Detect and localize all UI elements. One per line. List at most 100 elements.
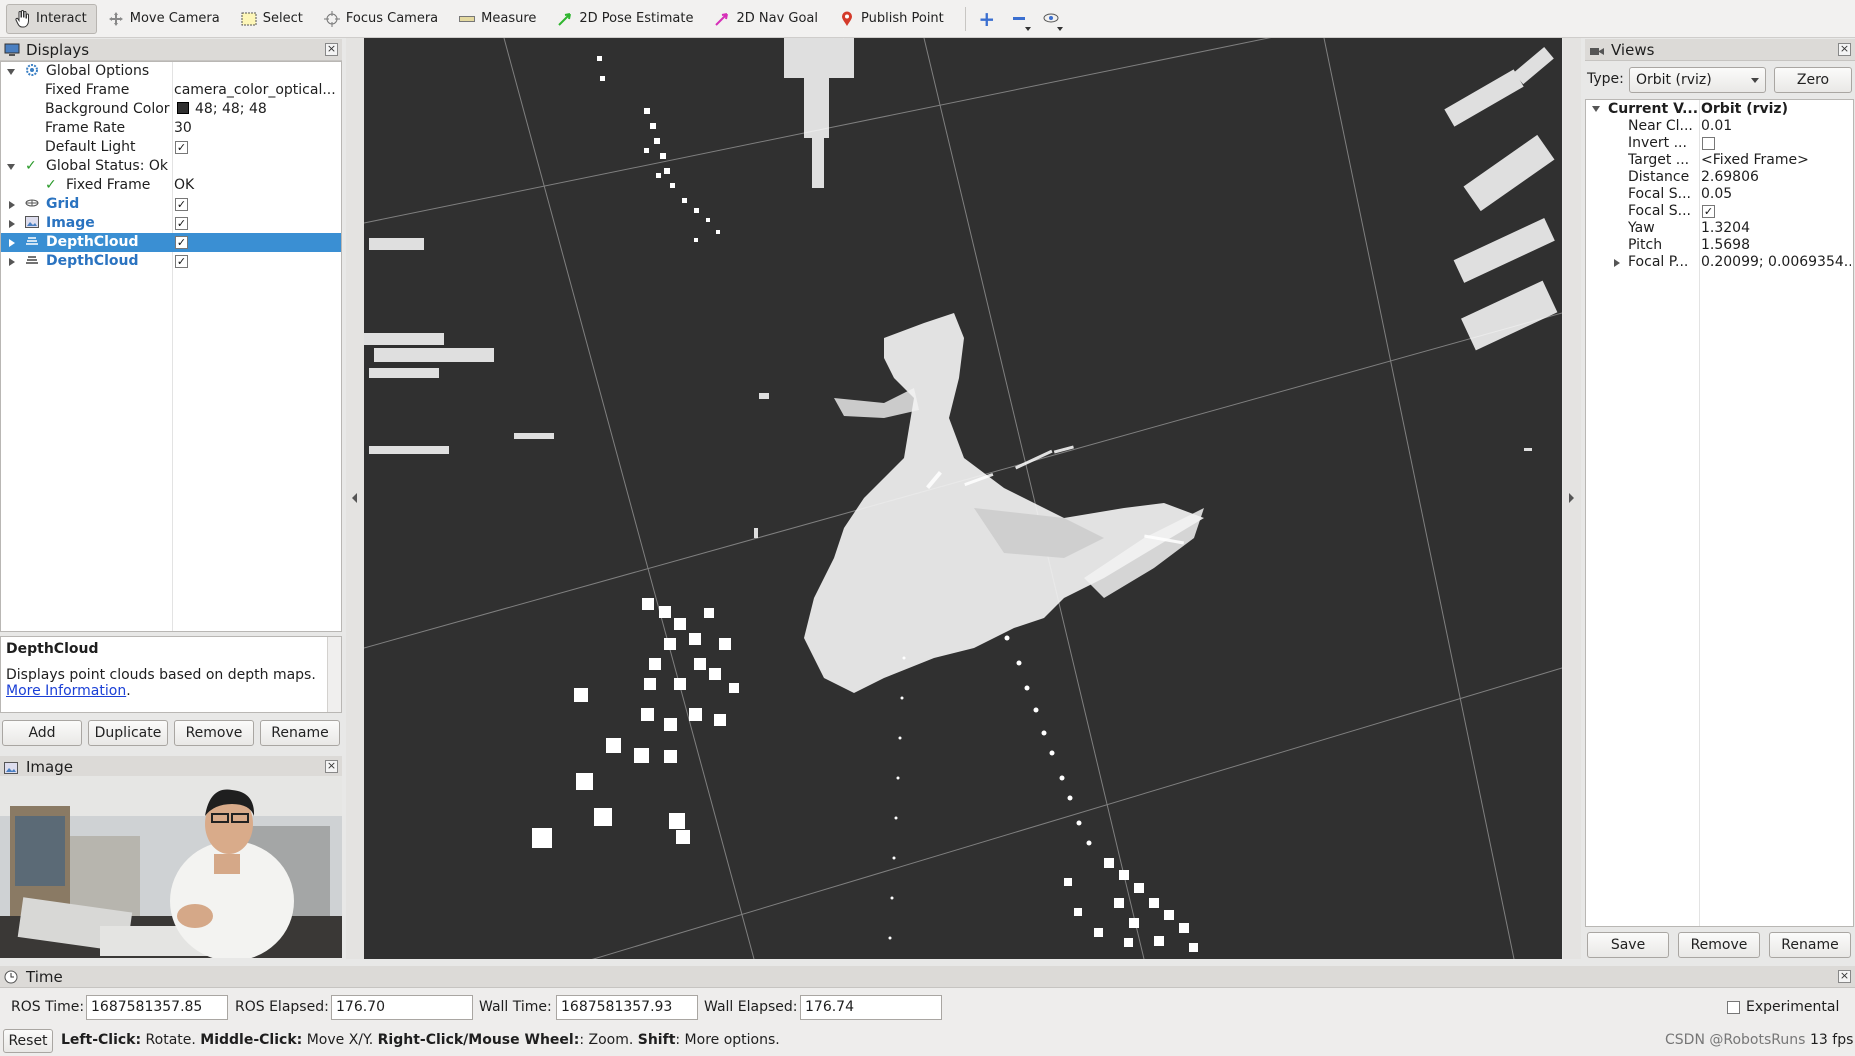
background-color-value[interactable]: 48; 48; 48	[195, 100, 267, 119]
move-camera-tool[interactable]: Move Camera	[100, 4, 230, 34]
tree-row-global-status[interactable]: ✓ Global Status: Ok	[1, 157, 341, 176]
view-row-pitch[interactable]: Pitch 1.5698	[1586, 237, 1853, 254]
wall-time-label: Wall Time:	[479, 999, 552, 1015]
yaw-value[interactable]: 1.3204	[1701, 220, 1851, 237]
displays-tree[interactable]: Global Options Fixed Frame camera_color_…	[0, 61, 342, 632]
duplicate-button[interactable]: Duplicate	[88, 720, 168, 746]
point-cloud-render	[364, 38, 1562, 959]
tree-row-frame-rate[interactable]: Frame Rate 30	[1, 119, 341, 138]
close-icon[interactable]: ×	[325, 760, 338, 773]
collapse-right-icon[interactable]	[1569, 493, 1574, 503]
tool-properties-button[interactable]	[1038, 6, 1064, 32]
interact-tool[interactable]: Interact	[6, 3, 97, 34]
focus-target-icon	[323, 10, 341, 28]
collapse-arrow-icon[interactable]	[1614, 259, 1620, 267]
expand-arrow-icon[interactable]	[1592, 106, 1600, 112]
distance-value[interactable]: 2.69806	[1701, 169, 1851, 186]
tree-key: DepthCloud	[46, 253, 139, 269]
focal-shape-size-value[interactable]: 0.05	[1701, 186, 1851, 203]
add-tool-button[interactable]: +	[974, 6, 1000, 32]
left-splitter[interactable]	[346, 38, 364, 959]
invert-checkbox[interactable]	[1702, 137, 1715, 150]
clock-icon	[4, 970, 20, 984]
tree-row-global-options[interactable]: Global Options	[1, 62, 341, 81]
remove-view-button[interactable]: Remove	[1678, 932, 1760, 958]
rename-button[interactable]: Rename	[260, 720, 340, 746]
ros-elapsed-field[interactable]: 176.70	[331, 995, 473, 1020]
pose-estimate-tool[interactable]: 2D Pose Estimate	[549, 4, 703, 34]
collapse-arrow-icon[interactable]	[9, 258, 15, 266]
camera-image	[0, 776, 342, 958]
view-row-yaw[interactable]: Yaw 1.3204	[1586, 220, 1853, 237]
experimental-label: Experimental	[1746, 999, 1840, 1015]
fixed-frame-value[interactable]: camera_color_optical...	[174, 81, 336, 100]
tree-row-depthcloud[interactable]: DepthCloud ✓	[1, 252, 341, 271]
rename-view-button[interactable]: Rename	[1769, 932, 1851, 958]
view-row-focal-point[interactable]: Focal P... 0.20099; 0.0069354...	[1586, 254, 1853, 271]
view-row-focal-shape-size[interactable]: Focal S... 0.05	[1586, 186, 1853, 203]
right-splitter[interactable]	[1563, 38, 1581, 959]
save-view-button[interactable]: Save	[1587, 932, 1669, 958]
pitch-value[interactable]: 1.5698	[1701, 237, 1851, 254]
color-swatch[interactable]	[177, 100, 189, 119]
depthcloud-checkbox[interactable]: ✓	[175, 236, 188, 249]
wall-elapsed-field[interactable]: 176.74	[800, 995, 942, 1020]
description-scrollbar[interactable]	[327, 637, 341, 712]
frame-rate-value[interactable]: 30	[174, 119, 192, 138]
tree-row-grid[interactable]: Grid ✓	[1, 195, 341, 214]
nav-goal-label: 2D Nav Goal	[736, 11, 819, 26]
close-icon[interactable]: ×	[1838, 970, 1851, 983]
measure-tool[interactable]: Measure	[451, 4, 546, 34]
tree-row-fixed-frame[interactable]: Fixed Frame camera_color_optical...	[1, 81, 341, 100]
view-row-target[interactable]: Target ... <Fixed Frame>	[1586, 152, 1853, 169]
close-icon[interactable]: ×	[325, 43, 338, 56]
more-information-link[interactable]: More Information	[6, 683, 126, 699]
view-row-invert[interactable]: Invert ...	[1586, 135, 1853, 152]
target-frame-value[interactable]: <Fixed Frame>	[1701, 152, 1851, 169]
status-hint: Left-Click: Rotate. Middle-Click: Move X…	[61, 1028, 780, 1053]
plus-icon: +	[978, 6, 996, 31]
tree-row-status-fixed-frame[interactable]: ✓ Fixed Frame OK	[1, 176, 341, 195]
wall-time-field[interactable]: 1687581357.93	[556, 995, 698, 1020]
experimental-checkbox[interactable]	[1727, 1001, 1740, 1014]
focus-camera-tool[interactable]: Focus Camera	[316, 4, 448, 34]
view-row-focal-shape-fixed[interactable]: Focal S... ✓	[1586, 203, 1853, 220]
tree-row-background-color[interactable]: Background Color 48; 48; 48	[1, 100, 341, 119]
view-row-current[interactable]: Current V... Orbit (rviz)	[1586, 101, 1853, 118]
remove-button[interactable]: Remove	[174, 720, 254, 746]
ros-time-field[interactable]: 1687581357.85	[86, 995, 228, 1020]
depthcloud-checkbox[interactable]: ✓	[175, 255, 188, 268]
zero-button[interactable]: Zero	[1774, 67, 1852, 93]
close-icon[interactable]: ×	[1838, 43, 1851, 56]
tree-row-default-light[interactable]: Default Light ✓	[1, 138, 341, 157]
watermark: CSDN @RobotsRuns	[1665, 1032, 1806, 1048]
default-light-checkbox[interactable]: ✓	[175, 141, 188, 154]
collapse-arrow-icon[interactable]	[9, 239, 15, 247]
view-row-near-clip[interactable]: Near Cl... 0.01	[1586, 118, 1853, 135]
depthcloud-icon	[25, 252, 39, 271]
image-icon	[25, 214, 39, 233]
view-type-select[interactable]: Orbit (rviz)	[1629, 67, 1766, 93]
focal-point-value[interactable]: 0.20099; 0.0069354...	[1701, 254, 1851, 271]
near-clip-value[interactable]: 0.01	[1701, 118, 1851, 135]
collapse-arrow-icon[interactable]	[9, 220, 15, 228]
grid-checkbox[interactable]: ✓	[175, 198, 188, 211]
collapse-left-icon[interactable]	[352, 493, 357, 503]
collapse-arrow-icon[interactable]	[9, 201, 15, 209]
tree-row-image[interactable]: Image ✓	[1, 214, 341, 233]
image-checkbox[interactable]: ✓	[175, 217, 188, 230]
reset-button[interactable]: Reset	[3, 1029, 53, 1053]
eye-icon	[1043, 11, 1059, 27]
views-tree[interactable]: Current V... Orbit (rviz) Near Cl... 0.0…	[1585, 99, 1854, 927]
publish-point-tool[interactable]: Publish Point	[831, 4, 954, 34]
tree-row-depthcloud-selected[interactable]: DepthCloud ✓	[1, 233, 341, 252]
expand-arrow-icon[interactable]	[7, 164, 15, 170]
remove-tool-button[interactable]	[1006, 6, 1032, 32]
render-viewport[interactable]	[364, 38, 1562, 959]
add-button[interactable]: Add	[2, 720, 82, 746]
focal-shape-checkbox[interactable]: ✓	[1702, 205, 1715, 218]
expand-arrow-icon[interactable]	[7, 69, 15, 75]
view-row-distance[interactable]: Distance 2.69806	[1586, 169, 1853, 186]
select-tool[interactable]: Select	[233, 4, 313, 34]
nav-goal-tool[interactable]: 2D Nav Goal	[706, 4, 828, 34]
